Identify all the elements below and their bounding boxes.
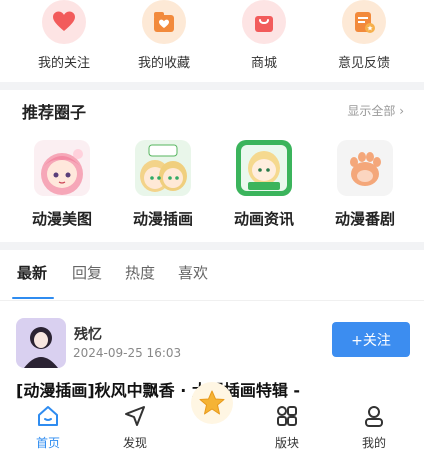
avatar[interactable] — [16, 318, 66, 368]
chevron-right-icon: › — [399, 104, 404, 118]
my-collections-label: 我的收藏 — [137, 56, 190, 71]
circle-anime-news[interactable]: 动画资讯 — [214, 140, 314, 229]
shop-label: 商城 — [250, 56, 277, 71]
shop-button[interactable]: 商城 — [224, 0, 304, 71]
collection-box-icon — [142, 0, 186, 44]
circles-row: 动漫美图 动漫插画 动画资讯 动漫番剧 — [0, 140, 424, 230]
heart-icon — [42, 0, 86, 44]
circle-label: 动漫插画 — [132, 210, 193, 228]
tab-replies[interactable]: 回复 — [72, 262, 102, 283]
tab-latest[interactable]: 最新 — [17, 262, 47, 283]
show-all-label: 显示全部 — [347, 104, 396, 118]
nav-discover[interactable]: 发现 — [105, 404, 165, 451]
nav-label: 版块 — [274, 436, 299, 450]
post-time: 2024-09-25 16:03 — [73, 346, 182, 360]
feedback-button[interactable]: 意见反馈 — [324, 0, 404, 71]
circle-label: 动漫美图 — [31, 210, 92, 228]
my-collections-button[interactable]: 我的收藏 — [124, 0, 204, 71]
anime-girl-thumbnail — [34, 140, 90, 196]
show-all-link[interactable]: 显示全部 › — [347, 102, 404, 119]
person-icon — [365, 406, 383, 427]
username[interactable]: 残忆 — [74, 324, 102, 344]
tab-likes[interactable]: 喜欢 — [178, 262, 208, 283]
divider — [0, 300, 424, 301]
nav-label: 首页 — [35, 436, 60, 450]
home-icon — [38, 406, 58, 426]
nav-profile[interactable]: 我的 — [344, 404, 404, 451]
feedback-label: 意见反馈 — [337, 56, 390, 71]
circle-label: 动漫番剧 — [334, 210, 395, 228]
my-follows-label: 我的关注 — [37, 56, 90, 71]
shopping-bag-icon — [242, 0, 286, 44]
center-star-button[interactable] — [191, 382, 233, 424]
section-title: 推荐圈子 — [22, 103, 87, 122]
nav-sections[interactable]: 版块 — [257, 404, 317, 451]
section-divider — [0, 82, 424, 90]
grid-blocks-icon — [277, 406, 297, 426]
cat-paw-icon — [337, 140, 393, 196]
star-icon — [199, 390, 225, 415]
nav-label: 我的 — [361, 436, 386, 450]
section-divider — [0, 242, 424, 250]
tab-popularity[interactable]: 热度 — [125, 262, 155, 283]
active-tab-indicator — [12, 297, 54, 299]
follow-button[interactable]: +关注 — [332, 322, 410, 357]
circle-anime-series[interactable]: 动漫番剧 — [315, 140, 415, 229]
illustration-thumbnail — [135, 140, 191, 196]
feedback-note-icon — [342, 0, 386, 44]
circle-anime-illustration[interactable]: 动漫插画 — [113, 140, 213, 229]
feed-tabs: 最新 回复 热度 喜欢 — [0, 262, 424, 302]
news-thumbnail — [236, 140, 292, 196]
nav-home[interactable]: 首页 — [18, 404, 78, 451]
recommended-header: 推荐圈子 显示全部 › — [22, 99, 404, 123]
circle-anime-pictures[interactable]: 动漫美图 — [12, 140, 112, 229]
circle-label: 动画资讯 — [233, 210, 294, 228]
my-follows-button[interactable]: 我的关注 — [24, 0, 104, 71]
navigation-arrow-icon — [125, 406, 145, 426]
nav-label: 发现 — [122, 436, 147, 450]
quick-actions-row: 我的关注 我的收藏 商城 意见反馈 — [0, 0, 424, 80]
